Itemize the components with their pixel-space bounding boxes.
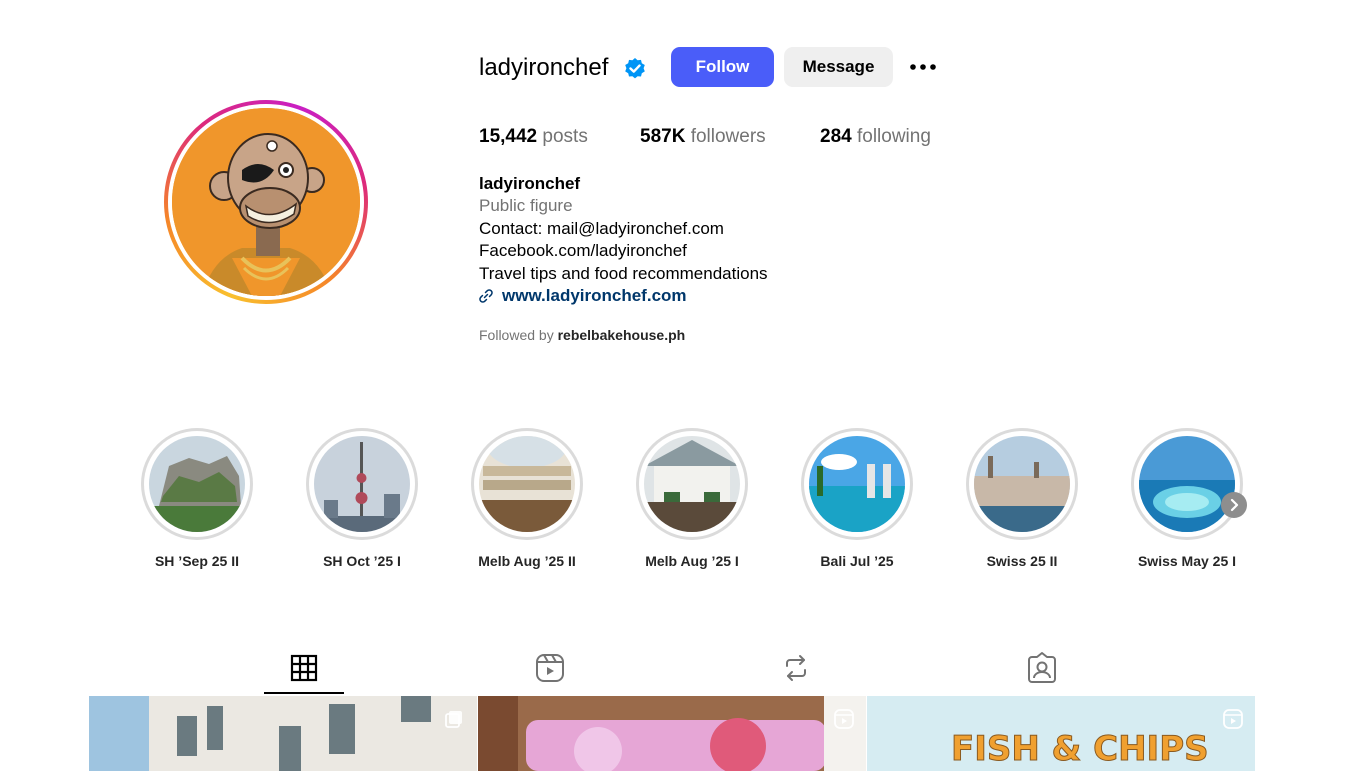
highlight-thumbnail <box>149 436 245 532</box>
highlight-thumbnail <box>809 436 905 532</box>
highlight-label: Melb Aug ’25 II <box>478 553 576 569</box>
highlight-label: SH ’Sep 25 II <box>154 553 240 569</box>
followed-by-prefix: Followed by <box>479 327 554 343</box>
highlight-item[interactable] <box>306 428 418 540</box>
highlight-item[interactable] <box>966 428 1078 540</box>
followers-stat[interactable]: 587K followers <box>640 125 766 149</box>
svg-text:FISH & CHIPS: FISH & CHIPS <box>951 729 1209 769</box>
reels-icon[interactable] <box>532 650 568 686</box>
followers-count: 587K <box>640 126 686 147</box>
post-thumbnail[interactable]: FISH & CHIPS <box>867 696 1255 771</box>
highlight-item[interactable] <box>801 428 913 540</box>
highlight-label: Swiss 25 II <box>986 553 1058 569</box>
carousel-icon <box>445 711 462 728</box>
bio-category: Public figure <box>479 196 573 215</box>
posts-grid-icon[interactable] <box>286 650 322 686</box>
highlight-item[interactable] <box>1131 428 1243 540</box>
highlight-item[interactable] <box>141 428 253 540</box>
tagged-icon[interactable] <box>1024 650 1060 686</box>
profile-username: ladyironchef <box>479 54 609 81</box>
followed-by[interactable]: Followed by rebelbakehouse.ph <box>479 326 685 344</box>
posts-count: 15,442 <box>479 126 538 147</box>
chevron-right-icon <box>1230 498 1239 512</box>
bio-line-contact: Contact: mail@ladyironchef.com <box>479 219 724 238</box>
posts-label: posts <box>542 126 588 147</box>
avatar-image <box>172 108 360 296</box>
bio-line-facebook: Facebook.com/ladyironchef <box>479 241 687 260</box>
highlight-thumbnail <box>479 436 575 532</box>
bio-website-link[interactable]: www.ladyironchef.com <box>502 285 687 307</box>
followed-by-user: rebelbakehouse.ph <box>557 327 686 343</box>
following-stat[interactable]: 284 following <box>820 125 931 149</box>
highlight-item[interactable] <box>471 428 583 540</box>
verified-badge-icon <box>625 58 645 79</box>
link-icon <box>479 289 493 303</box>
more-options-icon[interactable] <box>905 55 941 79</box>
highlight-thumbnail <box>974 436 1070 532</box>
highlights-next-button[interactable] <box>1221 492 1247 518</box>
highlight-label: SH Oct ’25 I <box>323 553 401 569</box>
message-button[interactable]: Message <box>784 47 893 87</box>
highlight-item[interactable] <box>636 428 748 540</box>
active-tab-indicator <box>264 692 344 694</box>
post-thumbnail[interactable] <box>89 696 477 771</box>
profile-avatar[interactable] <box>164 100 368 304</box>
reel-video-icon <box>834 709 854 729</box>
posts-stat: 15,442 posts <box>479 125 588 149</box>
highlight-label: Melb Aug ’25 I <box>645 553 739 569</box>
follow-button[interactable]: Follow <box>671 47 774 87</box>
following-label: following <box>856 126 931 147</box>
highlight-label: Swiss May 25 I <box>1137 553 1237 569</box>
following-count: 284 <box>820 126 852 147</box>
reposts-icon[interactable] <box>778 650 814 686</box>
highlight-thumbnail <box>644 436 740 532</box>
post-thumbnail[interactable] <box>478 696 866 771</box>
highlight-label: Bali Jul ’25 <box>820 553 894 569</box>
bio-name: ladyironchef <box>479 174 581 193</box>
followers-label: followers <box>690 126 766 147</box>
reel-video-icon <box>1223 709 1243 729</box>
highlight-thumbnail <box>314 436 410 532</box>
bio-line-description: Travel tips and food recommendations <box>479 264 768 283</box>
